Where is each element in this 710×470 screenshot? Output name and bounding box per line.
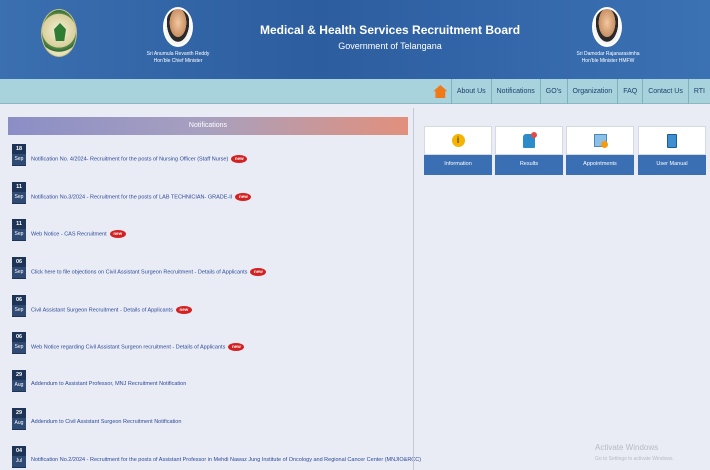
user-manual-icon [667,133,677,148]
information-tile[interactable]: i Information [424,126,492,175]
activate-windows-subtitle: Go to Settings to activate Windows. [595,456,674,462]
chief-minister-caption: Sri Anumula Revanth Reddy Hon'ble Chief … [130,51,226,65]
panel-divider [413,108,414,470]
notification-day: 11 [16,221,22,228]
information-tile-label: Information [424,155,492,175]
user-manual-tile-label: User Manual [638,155,706,175]
quick-links: i Information Results Appointments User … [424,126,708,175]
telangana-emblem-icon[interactable] [41,9,77,57]
info-icon: i [451,134,465,147]
chief-minister-name: Sri Anumula Revanth Reddy [146,51,210,57]
notification-month: Aug [12,380,26,392]
notification-link[interactable]: Addendum to Civil Assistant Surgeon Recr… [31,419,181,425]
results-tile[interactable]: Results [495,126,563,175]
notification-item: 29 Aug Addendum to Civil Assistant Surgeon… [6,407,410,446]
notification-link[interactable]: Notification No.3/2024 - Recruitment for… [31,194,232,200]
notification-item: 06 Sep Civil Assistant Surgeon Recruitment… [6,294,410,333]
home-icon [433,85,448,98]
notification-link[interactable]: Web Notice - CAS Recruitment [31,232,107,238]
notification-item: 29 Aug Addendum to Assistant Professor, MN… [6,370,410,408]
notification-link[interactable]: Addendum to Assistant Professor, MNJ Rec… [31,381,186,387]
notification-link[interactable]: Notification No.2/2024 - Recruitment for… [31,457,421,463]
notification-item: 06 Sep Click here to file objections on Ci… [6,257,410,295]
appointments-tile[interactable]: Appointments [566,126,634,175]
notification-day: 06 [15,296,23,303]
notification-month: Aug [12,417,26,429]
health-minister-role: Hon'ble Minister HMFW [581,58,635,64]
notification-day: 06 [15,259,23,266]
notification-day: 18 [15,146,23,152]
notification-day: 29 [15,409,23,416]
notification-date-badge: 06 Sep [12,332,26,355]
health-minister-caption: Sri Damodar Rajanarasimha Hon'ble Minist… [560,51,656,65]
notification-date-badge: 29 Aug [12,407,26,430]
new-badge: new [228,343,245,352]
notification-month: Sep [12,154,26,165]
notification-month: Jul [12,455,26,467]
nav-notifications[interactable]: Notifications [492,79,541,104]
notification-link[interactable]: Civil Assistant Surgeon Recruitment - De… [31,307,173,313]
chief-minister-photo [163,7,193,47]
notification-month: Sep [12,191,26,203]
nav-gos[interactable]: GO's [541,79,568,104]
new-badge: new [250,268,267,277]
page-subtitle: Government of Telangana [338,41,442,51]
notification-day: 29 [15,372,23,379]
nav-contact-us[interactable]: Contact Us [643,79,689,104]
notification-item: 11 Sep Notification No.3/2024 - Recruitmen… [6,181,410,220]
new-badge: new [109,230,126,239]
notification-item: 06 Sep Web Notice regarding Civil Assistan… [6,332,410,370]
notification-day: 11 [16,183,22,190]
appointments-tile-label: Appointments [566,155,634,175]
notification-month: Sep [12,342,26,354]
notification-link[interactable]: Click here to file objections on Civil A… [31,270,247,276]
notification-date-badge: 11 Sep [12,219,26,242]
nav-about-us[interactable]: About Us [452,79,492,104]
notification-day: 06 [15,334,23,341]
chief-minister-role: Hon'ble Chief Minister [153,58,203,64]
new-badge: new [231,155,248,163]
new-badge: new [235,192,252,201]
notifications-list: 18 Sep Notification No. 4/2024- Recruitmen… [6,144,421,470]
health-minister-name: Sri Damodar Rajanarasimha [576,51,640,57]
health-minister-photo [592,7,622,47]
notification-date-badge: 04 Jul [12,445,26,468]
notification-month: Sep [12,304,26,316]
appointments-icon [593,134,608,148]
nav-organization[interactable]: Organization [568,79,619,104]
results-tile-label: Results [495,155,563,175]
notification-date-badge: 06 Sep [12,257,26,280]
notification-date-badge: 06 Sep [12,294,26,317]
site-header: Sri Anumula Revanth Reddy Hon'ble Chief … [0,0,710,79]
notification-item: 04 Jul Notification No.2/2024 - Recruitmen… [6,445,421,470]
notification-date-badge: 11 Sep [12,181,26,204]
nav-rti[interactable]: RTI [689,79,710,104]
home-button[interactable] [430,79,452,104]
results-icon [523,131,537,148]
notification-item: 11 Sep Web Notice - CAS Recruitment new [6,219,410,257]
activate-windows-title: Activate Windows [595,443,659,452]
notification-link[interactable]: Notification No. 4/2024- Recruitment for… [31,156,228,162]
notification-item: 18 Sep Notification No. 4/2024- Recruitmen… [6,144,410,182]
nav-faq[interactable]: FAQ [618,79,644,104]
notification-date-badge: 18 Sep [12,144,26,166]
page-title: Medical & Health Services Recruitment Bo… [259,23,521,37]
notification-month: Sep [12,229,26,241]
user-manual-tile[interactable]: User Manual [638,126,706,175]
new-badge: new [175,305,192,314]
main-nav: About Us Notifications GO's Organization… [0,79,710,104]
notifications-panel: Notifications 18 Sep Notification No. 4/20… [6,117,421,470]
notification-link[interactable]: Web Notice regarding Civil Assistant Sur… [31,345,225,351]
notification-month: Sep [12,267,26,279]
notifications-heading: Notifications [8,117,408,135]
notification-day: 04 [15,447,23,454]
notification-date-badge: 29 Aug [12,370,26,393]
